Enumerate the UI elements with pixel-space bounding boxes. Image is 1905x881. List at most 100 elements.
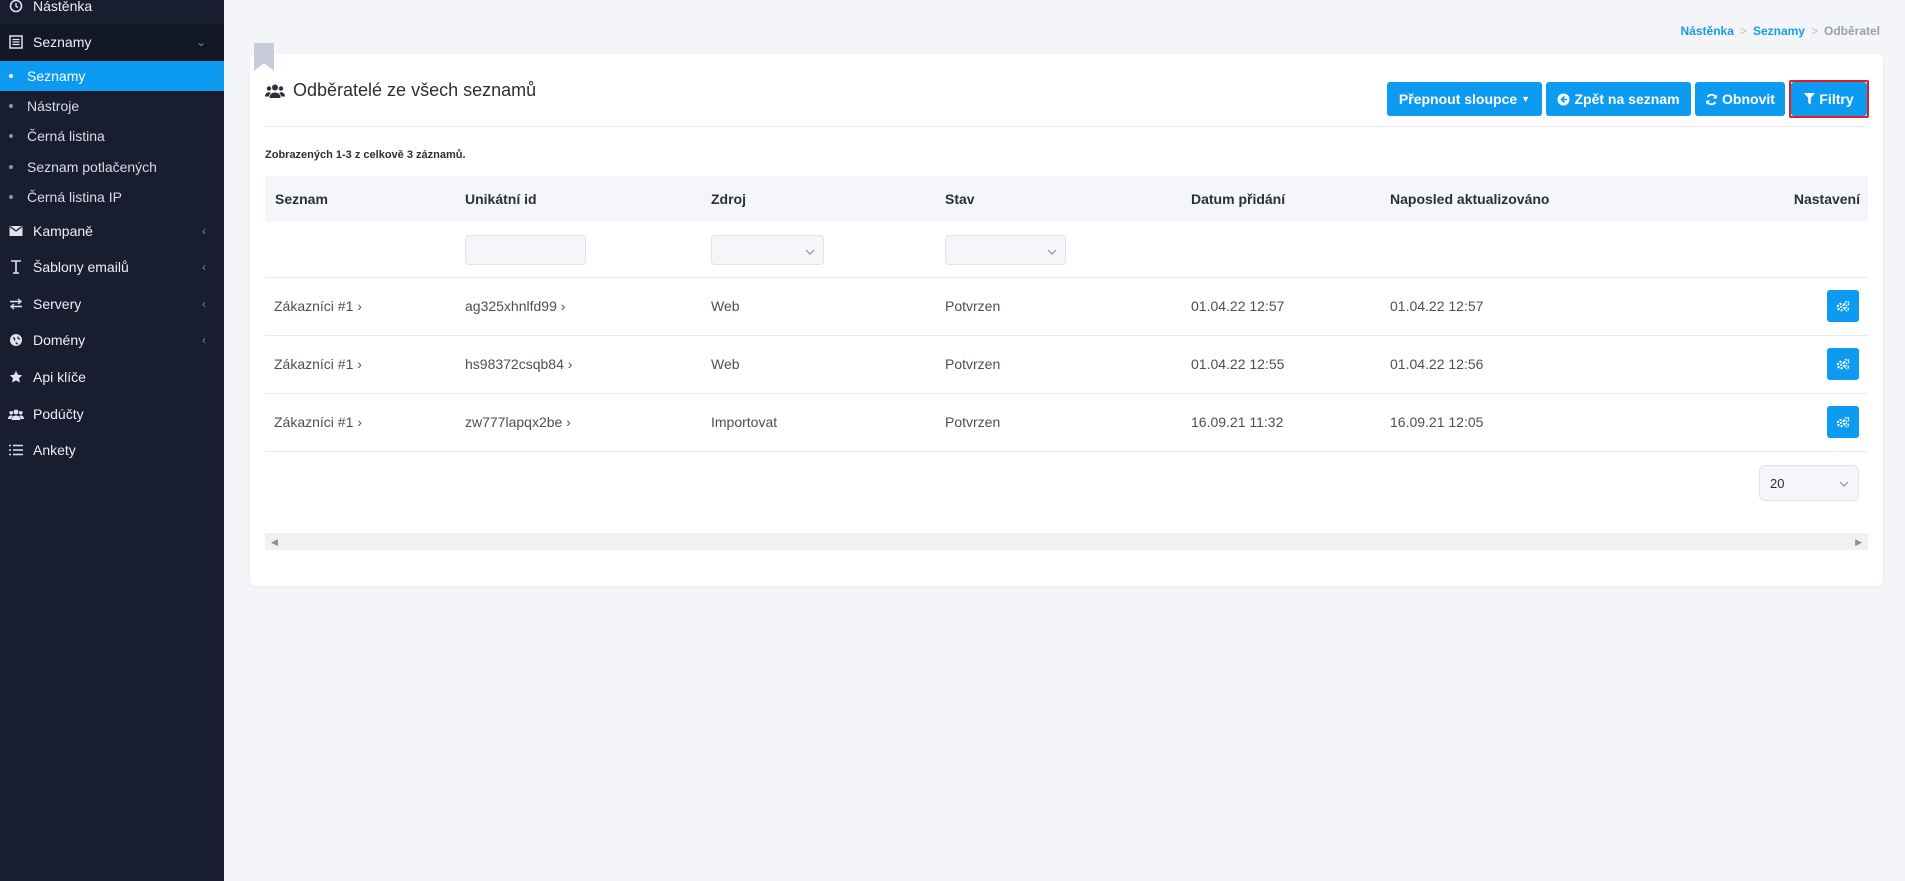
sidebar-subitem-blacklist[interactable]: Černá listina [0, 121, 224, 151]
sidebar-item-surveys[interactable]: Ankety [0, 432, 224, 468]
text-cursor-icon [8, 259, 24, 275]
sidebar-item-servers[interactable]: Servery ‹ [0, 286, 224, 322]
row-divider [265, 451, 1868, 452]
gears-icon [1836, 416, 1850, 428]
date-added-cell: 01.04.22 12:55 [1191, 356, 1285, 372]
chevron-down-icon [1839, 477, 1849, 492]
bullet-icon [9, 104, 13, 108]
column-header-list[interactable]: Seznam [275, 191, 328, 207]
breadcrumb-separator: > [1739, 24, 1747, 38]
filters-button-highlight [1789, 80, 1869, 118]
date-added-cell: 16.09.21 11:32 [1191, 414, 1284, 430]
sidebar-item-email-templates[interactable]: Šablony emailů ‹ [0, 249, 224, 285]
sidebar-subitem-label: Nástroje [27, 98, 80, 114]
source-cell: Web [711, 298, 740, 314]
sidebar-subitem-label: Černá listina [27, 128, 105, 144]
users-icon [8, 406, 24, 422]
breadcrumb-home-link[interactable]: Nástěnka [1681, 24, 1734, 38]
list-icon [8, 442, 24, 458]
envelope-icon [8, 223, 24, 239]
column-header-unique-id[interactable]: Unikátní id [465, 191, 537, 207]
table-header: Seznam Unikátní id Zdroj Stav Datum přid… [265, 176, 1868, 222]
row-settings-button[interactable] [1827, 348, 1859, 380]
date-added-cell: 01.04.22 12:57 [1191, 298, 1285, 314]
breadcrumb-lists-link[interactable]: Seznamy [1753, 24, 1805, 38]
sidebar-item-lists[interactable]: Seznamy ⌄ [0, 24, 224, 60]
chevron-down-icon [805, 244, 815, 262]
exchange-icon [8, 296, 24, 312]
bullet-icon [9, 74, 13, 78]
sidebar-subitem-tools[interactable]: Nástroje [0, 91, 224, 121]
last-updated-cell: 01.04.22 12:56 [1390, 356, 1484, 372]
scroll-left-icon[interactable]: ◀ [271, 537, 278, 548]
unique-id-link[interactable]: hs98372csqb84 › [465, 356, 572, 372]
sidebar-item-label: Nástěnka [33, 0, 93, 14]
list-box-icon [8, 34, 24, 50]
source-filter-select[interactable] [711, 235, 824, 265]
row-settings-button[interactable] [1827, 406, 1859, 438]
status-cell: Potvrzen [945, 414, 1001, 430]
column-header-source[interactable]: Zdroj [711, 191, 746, 207]
unique-id-link[interactable]: ag325xhnlfd99 › [465, 298, 565, 314]
gears-icon [1836, 300, 1850, 312]
page-size-select[interactable]: 20 [1759, 465, 1859, 501]
unique-id-link[interactable]: zw777lapqx2be › [465, 414, 571, 430]
toggle-columns-button[interactable]: Přepnout sloupce ▼ [1387, 82, 1542, 116]
last-updated-cell: 16.09.21 12:05 [1390, 414, 1484, 430]
sidebar-item-dashboard[interactable]: Nástěnka [0, 0, 224, 24]
list-link[interactable]: Zákazníci #1 › [274, 356, 362, 372]
page-title: Odběratelé ze všech seznamů [265, 80, 536, 101]
column-header-date-added[interactable]: Datum přidání [1191, 191, 1285, 207]
sidebar-subitem-suppressed[interactable]: Seznam potlačených [0, 152, 224, 182]
caret-down-icon: ▼ [1521, 94, 1531, 104]
sidebar-item-label: Šablony emailů [33, 259, 129, 275]
refresh-button[interactable]: Obnovit [1695, 82, 1785, 116]
sidebar-item-label: Servery [33, 296, 82, 312]
list-link[interactable]: Zákazníci #1 › [274, 298, 362, 314]
back-to-list-button[interactable]: Zpět na seznam [1546, 82, 1691, 116]
breadcrumb-separator: > [1810, 24, 1818, 38]
status-cell: Potvrzen [945, 356, 1001, 372]
breadcrumb-current: Odběratel [1823, 24, 1880, 38]
source-cell: Importovat [711, 414, 778, 430]
column-header-status[interactable]: Stav [945, 191, 975, 207]
chevron-left-icon: ‹ [202, 297, 206, 311]
unique-id-filter-input[interactable] [465, 235, 586, 265]
sidebar-item-subaccounts[interactable]: Podúčty [0, 396, 224, 432]
bullet-icon [9, 195, 13, 199]
sidebar-item-campaigns[interactable]: Kampaně ‹ [0, 213, 224, 249]
column-header-last-updated[interactable]: Naposled aktualizováno [1390, 191, 1549, 207]
refresh-label: Obnovit [1722, 91, 1775, 107]
sidebar-subitem-lists[interactable]: Seznamy [0, 61, 224, 91]
chevron-left-icon: ‹ [202, 224, 206, 238]
source-cell: Web [711, 356, 740, 372]
sidebar-item-label: Seznamy [33, 34, 92, 50]
list-link[interactable]: Zákazníci #1 › [274, 414, 362, 430]
card-header-divider [265, 126, 1868, 127]
sidebar-item-domains[interactable]: Domény ‹ [0, 322, 224, 358]
breadcrumb: Nástěnka > Seznamy > Odběratel [1681, 24, 1880, 38]
horizontal-scrollbar[interactable]: ◀ ▶ [265, 533, 1868, 550]
sidebar-subitem-label: Seznamy [27, 68, 86, 84]
sidebar-item-label: Podúčty [33, 406, 84, 422]
records-summary: Zobrazených 1-3 z celkově 3 záznamů. [265, 149, 466, 161]
row-settings-button[interactable] [1827, 290, 1859, 322]
sidebar-subitem-ip-blacklist[interactable]: Černá listina IP [0, 182, 224, 212]
circle-arrow-left-icon [1557, 93, 1570, 106]
chevron-left-icon: ‹ [202, 333, 206, 347]
sidebar-item-label: Domény [33, 332, 86, 348]
bullet-icon [9, 165, 13, 169]
sidebar-item-label: Ankety [33, 442, 76, 458]
status-filter-select[interactable] [945, 235, 1066, 265]
refresh-icon [1705, 93, 1718, 106]
sidebar-subitem-label: Černá listina IP [27, 189, 122, 205]
table-row: Zákazníci #1 › hs98372csqb84 › Web Potvr… [265, 336, 1868, 394]
sidebar-item-label: Api klíče [33, 369, 86, 385]
page-size-value: 20 [1770, 476, 1785, 491]
page-title-text: Odběratelé ze všech seznamů [293, 80, 537, 100]
chevron-down-icon: ⌄ [195, 35, 206, 49]
scroll-right-icon[interactable]: ▶ [1855, 537, 1862, 548]
sidebar-item-api-keys[interactable]: Api klíče [0, 359, 224, 395]
back-to-list-label: Zpět na seznam [1574, 91, 1680, 107]
sidebar: Nástěnka Seznamy ⌄ Seznamy Nástroje Čern… [0, 0, 224, 881]
